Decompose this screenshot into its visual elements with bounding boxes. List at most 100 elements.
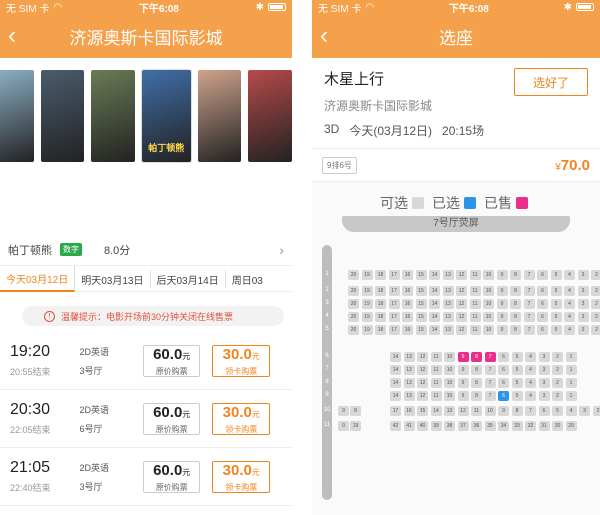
seat[interactable]: 17 — [388, 286, 400, 296]
seat[interactable]: 19 — [350, 421, 361, 431]
seat[interactable]: 11 — [430, 378, 442, 388]
seat[interactable]: 16 — [402, 270, 413, 280]
seat[interactable]: 12 — [457, 406, 469, 416]
seat[interactable]: 8 — [471, 391, 482, 401]
seat[interactable]: 14 — [429, 325, 440, 335]
seat[interactable]: 37 — [457, 421, 469, 431]
seat[interactable]: 30 — [552, 421, 563, 431]
seat[interactable]: 2 — [592, 406, 600, 416]
seat[interactable]: 10 — [444, 352, 455, 362]
seat[interactable]: 9 — [496, 286, 508, 296]
chevron-right-icon[interactable]: › — [279, 242, 284, 258]
seat[interactable]: 11 — [471, 406, 482, 416]
seat[interactable]: 2 — [591, 270, 600, 280]
seat[interactable]: 3 — [538, 378, 550, 388]
seat[interactable]: 11 — [469, 325, 481, 335]
seat[interactable]: 15 — [415, 270, 427, 280]
regular-price-button[interactable]: 60.0元 原价购票 — [142, 402, 201, 435]
seat[interactable]: 16 — [402, 312, 413, 322]
seat[interactable]: 8 — [510, 299, 521, 309]
seat[interactable]: 10 — [483, 270, 494, 280]
seat[interactable]: 7 — [484, 365, 496, 375]
movie-poster[interactable] — [0, 70, 34, 162]
seat[interactable]: 2 — [591, 299, 600, 309]
seat[interactable]: 13 — [442, 312, 454, 322]
seat[interactable]: 5 — [511, 352, 523, 362]
seat[interactable]: 8 — [511, 406, 523, 416]
movie-info-row[interactable]: 帕丁顿熊 数字 8.0分 › — [0, 234, 292, 266]
seat[interactable]: 13 — [442, 299, 454, 309]
seat[interactable]: 7 — [525, 406, 536, 416]
seat[interactable]: 5 — [511, 365, 523, 375]
seat[interactable]: 5 — [550, 270, 562, 280]
regular-price-button[interactable]: 60.0元 原价购票 — [142, 460, 201, 493]
movie-poster[interactable] — [248, 70, 292, 162]
seat[interactable]: 19 — [361, 286, 373, 296]
select-done-button[interactable]: 选好了 — [514, 68, 588, 96]
seat[interactable]: 2 — [591, 286, 600, 296]
seat[interactable]: 15 — [415, 325, 427, 335]
seat[interactable]: 7 — [484, 378, 496, 388]
seat[interactable]: 4 — [565, 406, 577, 416]
seat[interactable]: 5 — [550, 299, 562, 309]
seat[interactable]: 20 — [348, 270, 359, 280]
seat[interactable]: 11 — [430, 391, 442, 401]
seat[interactable]: 7 — [523, 312, 535, 322]
seat[interactable]: 10 — [483, 312, 494, 322]
seat[interactable]: 4 — [525, 365, 536, 375]
seat[interactable]: 3 — [577, 299, 589, 309]
seat[interactable]: 13 — [444, 406, 455, 416]
seat[interactable]: 8 — [510, 325, 521, 335]
seat[interactable]: 8 — [510, 286, 521, 296]
seat[interactable]: 13 — [442, 286, 454, 296]
seat[interactable]: 9 — [496, 312, 508, 322]
seat[interactable]: 1 — [565, 391, 577, 401]
seat[interactable]: 12 — [417, 378, 428, 388]
seat[interactable]: 11 — [469, 286, 481, 296]
back-chevron-icon[interactable]: ‹ — [320, 22, 344, 50]
seat[interactable]: 6 — [537, 299, 548, 309]
seat[interactable]: 33 — [511, 421, 523, 431]
seat[interactable]: 7 — [523, 299, 535, 309]
seat[interactable]: 6 — [498, 378, 509, 388]
seat[interactable]: 5 — [550, 325, 562, 335]
seat[interactable]: 8 — [471, 378, 482, 388]
seat[interactable]: 7 — [523, 325, 535, 335]
seat[interactable]: 4 — [564, 312, 575, 322]
seat[interactable]: 5 — [511, 378, 523, 388]
seat[interactable]: 16 — [402, 286, 413, 296]
seat[interactable]: 34 — [498, 421, 509, 431]
seat[interactable]: 2 — [552, 391, 563, 401]
seat[interactable]: 9 — [496, 299, 508, 309]
seat[interactable]: 12 — [456, 286, 467, 296]
seat[interactable]: 12 — [456, 299, 467, 309]
seat[interactable]: 5 — [550, 312, 562, 322]
seat[interactable]: 1 — [565, 378, 577, 388]
seat[interactable]: 1 — [565, 352, 577, 362]
seat[interactable]: 2 — [552, 365, 563, 375]
seat[interactable]: 8 — [471, 352, 482, 362]
seat[interactable]: 13 — [403, 391, 415, 401]
seat[interactable]: 4 — [564, 325, 575, 335]
seat[interactable]: 6 — [537, 312, 548, 322]
seat[interactable]: 4 — [564, 286, 575, 296]
card-price-button[interactable]: 30.0元 领卡购票 — [212, 344, 271, 377]
seat[interactable]: 9 — [496, 325, 508, 335]
seat[interactable]: 17 — [388, 299, 400, 309]
seat[interactable]: 6 — [537, 270, 548, 280]
seat[interactable]: 13 — [442, 325, 454, 335]
seat[interactable]: 11 — [469, 312, 481, 322]
seat[interactable]: 18 — [375, 312, 386, 322]
seat[interactable]: 18 — [375, 286, 386, 296]
seat[interactable]: 4 — [525, 352, 536, 362]
seat[interactable]: 10 — [484, 406, 496, 416]
seat[interactable]: 17 — [388, 270, 400, 280]
seat[interactable]: 3 — [538, 365, 550, 375]
seat[interactable]: 35 — [484, 421, 496, 431]
seat[interactable]: 3 — [577, 312, 589, 322]
seat[interactable]: 20 — [348, 286, 359, 296]
seat[interactable]: 42 — [390, 421, 401, 431]
seat[interactable]: 6 — [498, 352, 509, 362]
seat[interactable]: 3 — [579, 406, 590, 416]
seat[interactable]: 38 — [444, 421, 455, 431]
